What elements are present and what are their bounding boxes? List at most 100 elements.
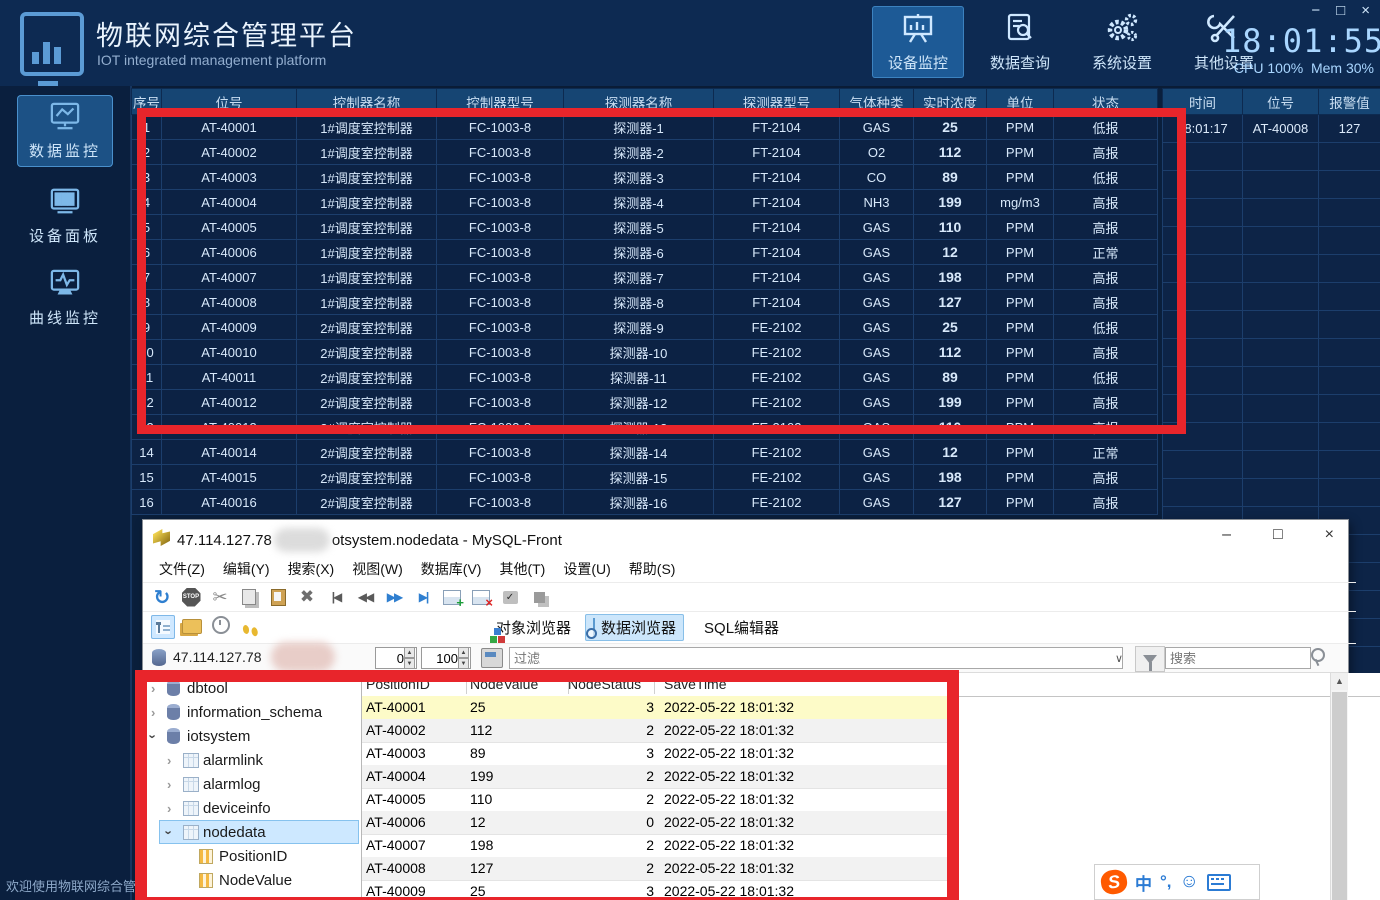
nav-label: 数据查询	[989, 54, 1050, 72]
cell-tag: AT-40015	[161, 464, 297, 490]
punctuation-icon[interactable]: °,	[1160, 872, 1172, 892]
maximize-icon[interactable]: □	[1336, 2, 1345, 19]
monitor-row[interactable]: 14 AT-40014 2#调度室控制器 FC-1003-8 探测器-14 FE-2102…	[131, 439, 1158, 465]
app-logo-icon	[20, 12, 84, 86]
sidebar-item-device-panel[interactable]: 设备面板	[17, 180, 113, 252]
host-label: 47.114.127.78	[173, 649, 262, 665]
export-icon[interactable]	[481, 648, 503, 668]
sidebar-item-curve-monitor[interactable]: 曲线监控	[17, 262, 113, 334]
search-input[interactable]	[1165, 647, 1311, 669]
folders-icon[interactable]	[180, 615, 204, 639]
mysql-maximize-icon[interactable]: □	[1273, 526, 1283, 544]
delete-record-icon[interactable]	[470, 586, 493, 610]
tab-sql-editor[interactable]: SQL编辑器	[690, 614, 787, 641]
mysql-close-icon[interactable]: ×	[1325, 526, 1334, 544]
alarm-empty-row	[1162, 394, 1380, 423]
emoji-icon[interactable]: ☺	[1180, 871, 1199, 893]
nav-data-query[interactable]: 数据查询	[974, 6, 1066, 78]
offset-spinner-buttons[interactable]: ▲ ▼	[404, 647, 415, 669]
empty-cell	[1162, 478, 1243, 507]
tab-object-browser[interactable]: 对象浏览器	[482, 614, 579, 643]
tree-view-icon[interactable]	[151, 615, 175, 640]
post-record-icon[interactable]: ✓	[499, 586, 521, 608]
empty-cell	[1242, 366, 1319, 395]
empty-cell	[1318, 198, 1380, 227]
menu-item[interactable]: 搜索(X)	[280, 556, 343, 582]
monitor-row[interactable]: 15 AT-40015 2#调度室控制器 FC-1003-8 探测器-15 FE-2102…	[131, 464, 1158, 490]
data-query-icon	[1002, 12, 1038, 48]
alarm-cell: 127	[1318, 114, 1380, 143]
history-icon[interactable]	[209, 613, 233, 637]
cut-icon[interactable]: ✂	[209, 586, 231, 608]
alarm-empty-row	[1162, 422, 1380, 451]
menu-item[interactable]: 帮助(S)	[621, 556, 684, 582]
cell-detector_model: FE-2102	[713, 439, 840, 465]
insert-record-icon[interactable]	[441, 586, 464, 610]
empty-cell	[1242, 338, 1319, 367]
copy-record-icon[interactable]	[528, 586, 550, 608]
empty-cell	[1318, 338, 1380, 367]
menu-item[interactable]: 数据库(V)	[413, 556, 490, 582]
last-record-icon[interactable]: ▶|	[412, 586, 434, 608]
refresh-icon[interactable]: ↻	[151, 586, 173, 609]
scroll-up-icon[interactable]: ▲	[1331, 673, 1348, 690]
cell-detector: 探测器-15	[563, 464, 714, 490]
menu-item[interactable]: 视图(W)	[344, 556, 411, 582]
cell-gas: GAS	[839, 439, 914, 465]
empty-cell	[1318, 170, 1380, 199]
chinese-mode-icon[interactable]: 中	[1135, 870, 1152, 895]
filter-funnel-button[interactable]	[1135, 646, 1165, 672]
alarm-empty-row	[1162, 450, 1380, 479]
sidebar-item-data-monitor[interactable]: 数据监控	[17, 95, 113, 167]
alarm-empty-row	[1162, 366, 1380, 395]
menu-item[interactable]: 文件(Z)	[151, 556, 213, 582]
tab-data-browser[interactable]: 数据浏览器	[585, 614, 685, 641]
cell-detector: 探测器-16	[563, 489, 714, 515]
keyboard-icon[interactable]	[1206, 873, 1231, 891]
search-icon[interactable]	[1311, 648, 1325, 662]
mysql-titlebar[interactable]: 47.114.127.78 otsystem.nodedata - MySQL-…	[143, 520, 1348, 556]
empty-cell	[1318, 142, 1380, 171]
cell-status: 高报	[1053, 489, 1158, 515]
empty-cell	[1318, 422, 1380, 451]
empty-cell	[1318, 394, 1380, 423]
chevron-down-icon[interactable]: ∨	[1115, 652, 1123, 665]
scrollbar-thumb[interactable]	[1332, 692, 1347, 900]
nav-device-monitor[interactable]: 设备监控	[872, 6, 964, 78]
menu-item[interactable]: 其他(T)	[491, 556, 553, 582]
sogou-logo-icon[interactable]: S	[1099, 868, 1129, 896]
minimize-icon[interactable]: −	[1311, 2, 1320, 19]
menu-item[interactable]: 设置(U)	[555, 556, 618, 582]
empty-cell	[1242, 394, 1319, 423]
cell-detector_model: FE-2102	[713, 489, 840, 515]
cell-gas: GAS	[839, 464, 914, 490]
delete-icon[interactable]: ✖	[296, 586, 318, 608]
mysql-window-title: 47.114.127.78 otsystem.nodedata - MySQL-…	[177, 528, 562, 552]
grid-scrollbar[interactable]: ▲	[1330, 673, 1348, 900]
prev-page-icon[interactable]: ◀◀	[354, 586, 376, 608]
stop-icon[interactable]: STOP	[180, 586, 202, 608]
filter-input[interactable]	[509, 647, 1123, 669]
empty-cell	[1242, 310, 1319, 339]
sidebar-item-label: 数据监控	[28, 143, 101, 160]
system-settings-icon	[1104, 12, 1140, 48]
limit-spinner-buttons[interactable]: ▲ ▼	[458, 647, 469, 669]
cell-no: 15	[131, 464, 162, 490]
digital-clock: 18:01:55	[1222, 22, 1380, 60]
tab-label: SQL编辑器	[704, 620, 780, 637]
close-icon[interactable]: ×	[1361, 2, 1370, 19]
copy-icon[interactable]	[238, 586, 260, 608]
empty-cell	[1242, 478, 1319, 507]
cell-status: 正常	[1053, 439, 1158, 465]
monitor-row[interactable]: 16 AT-40016 2#调度室控制器 FC-1003-8 探测器-16 FE-2102…	[131, 489, 1158, 515]
bookmarks-icon[interactable]	[238, 618, 262, 642]
mysql-minimize-icon[interactable]: –	[1222, 526, 1231, 544]
paste-icon[interactable]	[267, 586, 289, 608]
menu-item[interactable]: 编辑(Y)	[215, 556, 278, 582]
window-controls: − □ ×	[1311, 2, 1370, 19]
first-record-icon[interactable]: |◀	[325, 586, 347, 608]
cell-unit: PPM	[986, 464, 1054, 490]
alarm-row: 18:01:17 AT-40008 127	[1162, 114, 1380, 143]
next-page-icon[interactable]: ▶▶	[383, 586, 405, 608]
cell-controller: 2#调度室控制器	[296, 439, 437, 465]
